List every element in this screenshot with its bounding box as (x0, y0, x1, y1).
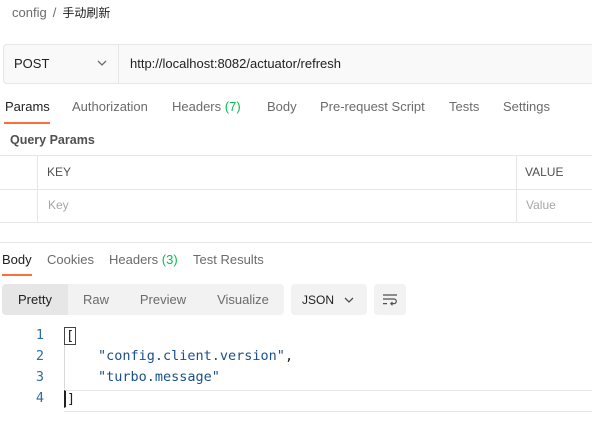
tab-cookies[interactable]: Cookies (47, 252, 94, 267)
view-mode-pretty[interactable]: Pretty (2, 284, 68, 315)
code-line: "config.client.version", (98, 348, 293, 364)
code-line: [ (64, 327, 77, 345)
tab-headers-count: (7) (224, 99, 241, 114)
view-mode-preview[interactable]: Preview (124, 284, 202, 315)
key-input[interactable]: Key (48, 198, 69, 212)
active-tab-indicator (2, 274, 32, 276)
column-header-value: VALUE (525, 165, 564, 179)
tab-params[interactable]: Params (5, 99, 50, 114)
tab-response-body[interactable]: Body (2, 252, 32, 267)
format-value: JSON (302, 293, 335, 307)
line-number: 3 (35, 369, 44, 385)
active-tab-indicator (4, 122, 50, 124)
tab-headers[interactable]: Headers (7) (172, 99, 241, 114)
method-select[interactable]: POST (4, 45, 119, 83)
view-mode-raw[interactable]: Raw (68, 284, 124, 315)
tab-response-headers-label: Headers (109, 252, 159, 267)
breadcrumb-current[interactable]: 手动刷新 (62, 4, 110, 21)
method-value: POST (14, 56, 50, 71)
chevron-down-icon (344, 297, 354, 303)
value-input[interactable]: Value (526, 198, 556, 212)
tab-authorization[interactable]: Authorization (72, 99, 148, 114)
wrap-lines-icon (383, 294, 397, 306)
line-number: 2 (35, 348, 44, 364)
open-bracket: [ (64, 327, 77, 345)
view-mode-visualize[interactable]: Visualize (202, 284, 284, 315)
tab-headers-label: Headers (172, 99, 222, 114)
indent-guide (64, 345, 65, 389)
close-bracket: ] (64, 390, 77, 408)
url-input[interactable]: http://localhost:8082/actuator/refresh (130, 56, 341, 71)
tab-settings[interactable]: Settings (503, 99, 550, 114)
tab-pre-request-script[interactable]: Pre-request Script (320, 99, 425, 114)
column-header-key: KEY (47, 165, 72, 179)
tab-tests[interactable]: Tests (449, 99, 479, 114)
view-mode-segmented-control: Pretty Raw Preview Visualize (2, 284, 284, 315)
table-header-row: KEY VALUE (0, 156, 592, 188)
chevron-down-icon (97, 60, 107, 66)
params-table: KEY VALUE Key Value (0, 155, 592, 223)
breadcrumb-parent[interactable]: config (12, 5, 47, 20)
line-number: 1 (35, 327, 44, 343)
format-select[interactable]: JSON (291, 284, 367, 315)
current-line-highlight (64, 390, 592, 412)
breadcrumb-separator: / (52, 5, 57, 20)
tab-response-headers[interactable]: Headers (3) (109, 252, 178, 267)
section-divider (0, 242, 592, 243)
response-body-editor[interactable]: 1 [ 2 "config.client.version", 3 "turbo.… (0, 325, 592, 412)
tab-response-headers-count: (3) (161, 252, 178, 267)
table-row: Key Value (0, 189, 592, 222)
query-params-title: Query Params (10, 133, 95, 147)
request-url-bar: POST http://localhost:8082/actuator/refr… (3, 44, 592, 84)
comma: , (284, 348, 294, 364)
tab-test-results[interactable]: Test Results (193, 252, 264, 267)
code-line: "turbo.message" (98, 369, 220, 385)
breadcrumb: config / 手动刷新 (12, 4, 110, 21)
string-value: "turbo.message" (98, 369, 220, 385)
wrap-lines-button[interactable] (374, 284, 406, 315)
line-number: 4 (35, 390, 44, 406)
string-value: "config.client.version" (98, 348, 285, 364)
tab-body[interactable]: Body (267, 99, 297, 114)
code-line: ] (64, 390, 77, 408)
